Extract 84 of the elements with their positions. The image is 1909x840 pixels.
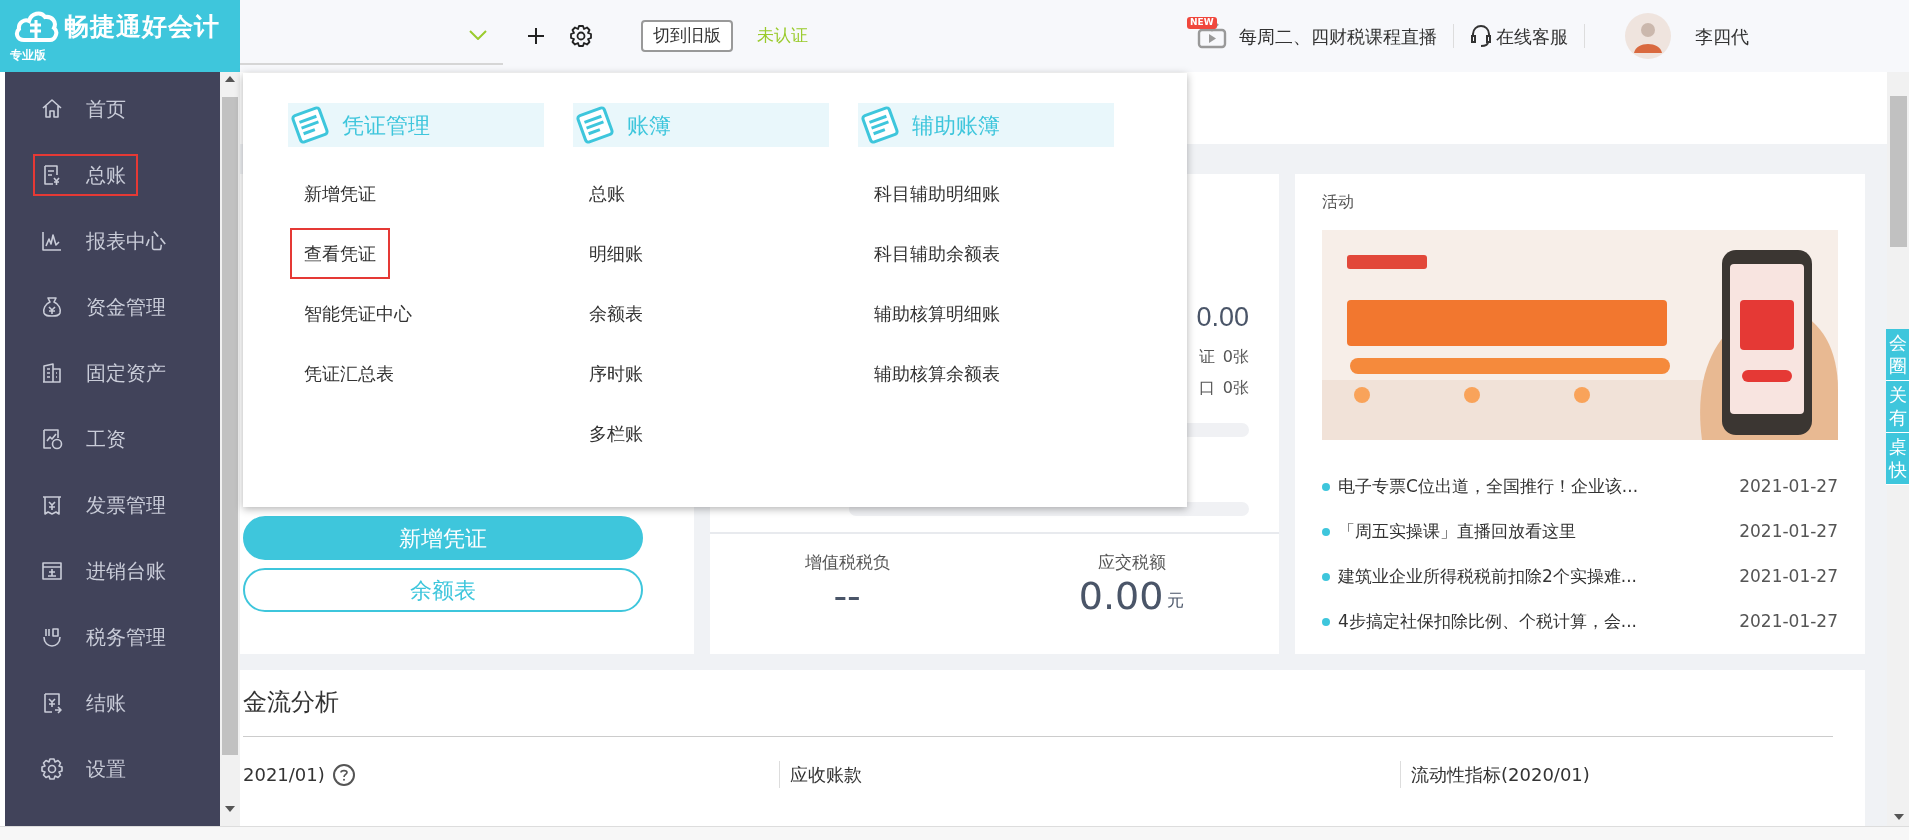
help-icon[interactable] [332,763,355,786]
menu-item[interactable]: 多栏账 [575,407,657,459]
headset-icon[interactable] [1470,24,1492,48]
edition-label: 专业版 [10,47,46,64]
news-link[interactable]: 「周五实操课」直播回放看这里 [1338,518,1576,545]
scroll-down-icon[interactable] [1893,814,1904,820]
bullet-dot [1322,527,1330,536]
stock-ledger-icon [40,559,64,583]
home-icon [40,97,64,121]
metric-label: 应收账款 [790,763,862,787]
menu-item[interactable]: 智能凭证中心 [290,287,426,339]
settings-icon[interactable] [569,24,593,48]
menu-item[interactable]: 科目辅助明细账 [860,167,1014,219]
live-course-link[interactable]: 每周二、四财税课程直播 [1239,22,1437,50]
menu-group-title: 辅助账簿 [912,111,1000,140]
settings-icon [40,757,64,781]
bullet-dot [1322,482,1330,491]
menu-item[interactable]: 总账 [575,167,639,219]
sidebar-item[interactable]: 首页 [33,88,138,130]
menu-item[interactable]: 明细账 [575,227,657,279]
menu-item[interactable]: 序时账 [575,347,657,399]
chevron-down-icon [469,30,487,40]
news-link[interactable]: 电子专票C位出道，全国推行！企业该... [1338,473,1639,500]
count-label: 口 [1198,377,1215,399]
metric-label: 2021/01) [243,763,325,787]
sidebar-item[interactable]: 固定资产 [33,352,178,394]
news-date: 2021-01-27 [1739,519,1838,543]
menu-group-title: 凭证管理 [342,111,430,140]
cloud-logo-icon [14,8,60,44]
sidebar-item[interactable]: 报表中心 [33,220,178,262]
count-value: 0张 [1222,346,1249,368]
amount-value: 0.00 [1196,304,1249,331]
add-icon[interactable] [527,27,545,45]
sidebar-item[interactable]: 进销台账 [33,550,178,592]
menu-group-title: 账簿 [627,111,671,140]
news-date: 2021-01-27 [1739,564,1838,588]
tax-value: -- [833,575,861,618]
news-date: 2021-01-27 [1739,474,1838,498]
count-value: 0张 [1222,377,1249,399]
tax-value: 0.00 [1078,575,1164,618]
sidebar-item[interactable]: 设置 [33,748,138,790]
user-name[interactable]: 李四代 [1695,22,1749,50]
menu-item[interactable]: 余额表 [575,287,657,339]
news-link[interactable]: 4步搞定社保扣除比例、个税计算，会... [1338,608,1638,635]
switch-old-version-button[interactable]: 切到旧版 [641,20,733,52]
logo-text: 畅捷通好会计 [64,13,220,39]
sidebar-item[interactable]: 结账 [33,682,138,724]
notepad-icon [858,105,902,145]
salary-icon [40,427,64,451]
menu-item[interactable]: 查看凭证 [290,227,390,279]
menu-item[interactable]: 科目辅助余额表 [860,227,1014,279]
sidebar-item[interactable]: 总账 [33,154,138,196]
new-badge: NEW [1187,17,1217,29]
menu-item[interactable]: 新增凭证 [290,167,390,219]
scroll-thumb[interactable] [1890,96,1907,247]
card-title: 活动 [1322,191,1355,213]
notepad-icon [288,105,332,145]
money-bag-icon [40,295,64,319]
tax-label: 增值税税负 [804,551,890,574]
avatar[interactable] [1625,13,1671,59]
sidebar-item[interactable]: 发票管理 [33,484,178,526]
sidebar-scrollbar[interactable] [220,72,240,826]
bullet-dot [1322,572,1330,581]
sidebar-item[interactable]: 税务管理 [33,616,178,658]
section-title: 金流分析 [243,687,340,718]
menu-item[interactable]: 辅助核算明细账 [860,287,1014,339]
building-icon [40,361,64,385]
invoice-icon [40,493,64,517]
sidebar-item[interactable]: 工资 [33,418,138,460]
news-link[interactable]: 建筑业企业所得税税前扣除2个实操难... [1338,563,1638,590]
notepad-icon [573,105,617,145]
sidebar-item[interactable]: 资金管理 [33,286,178,328]
line-chart-icon [40,229,64,253]
news-date: 2021-01-27 [1739,609,1838,633]
menu-item[interactable]: 辅助核算余额表 [860,347,1014,399]
scroll-thumb[interactable] [222,97,238,755]
unit-label: 元 [1167,588,1185,612]
online-service-link[interactable]: 在线客服 [1496,22,1568,50]
count-label: 证 [1198,346,1215,368]
tax-label: 应交税额 [1097,551,1166,574]
bullet-dot [1322,617,1330,626]
menu-item[interactable]: 凭证汇总表 [290,347,408,399]
tax-icon [40,625,64,649]
metric-label: 流动性指标(2020/01) [1411,763,1590,787]
